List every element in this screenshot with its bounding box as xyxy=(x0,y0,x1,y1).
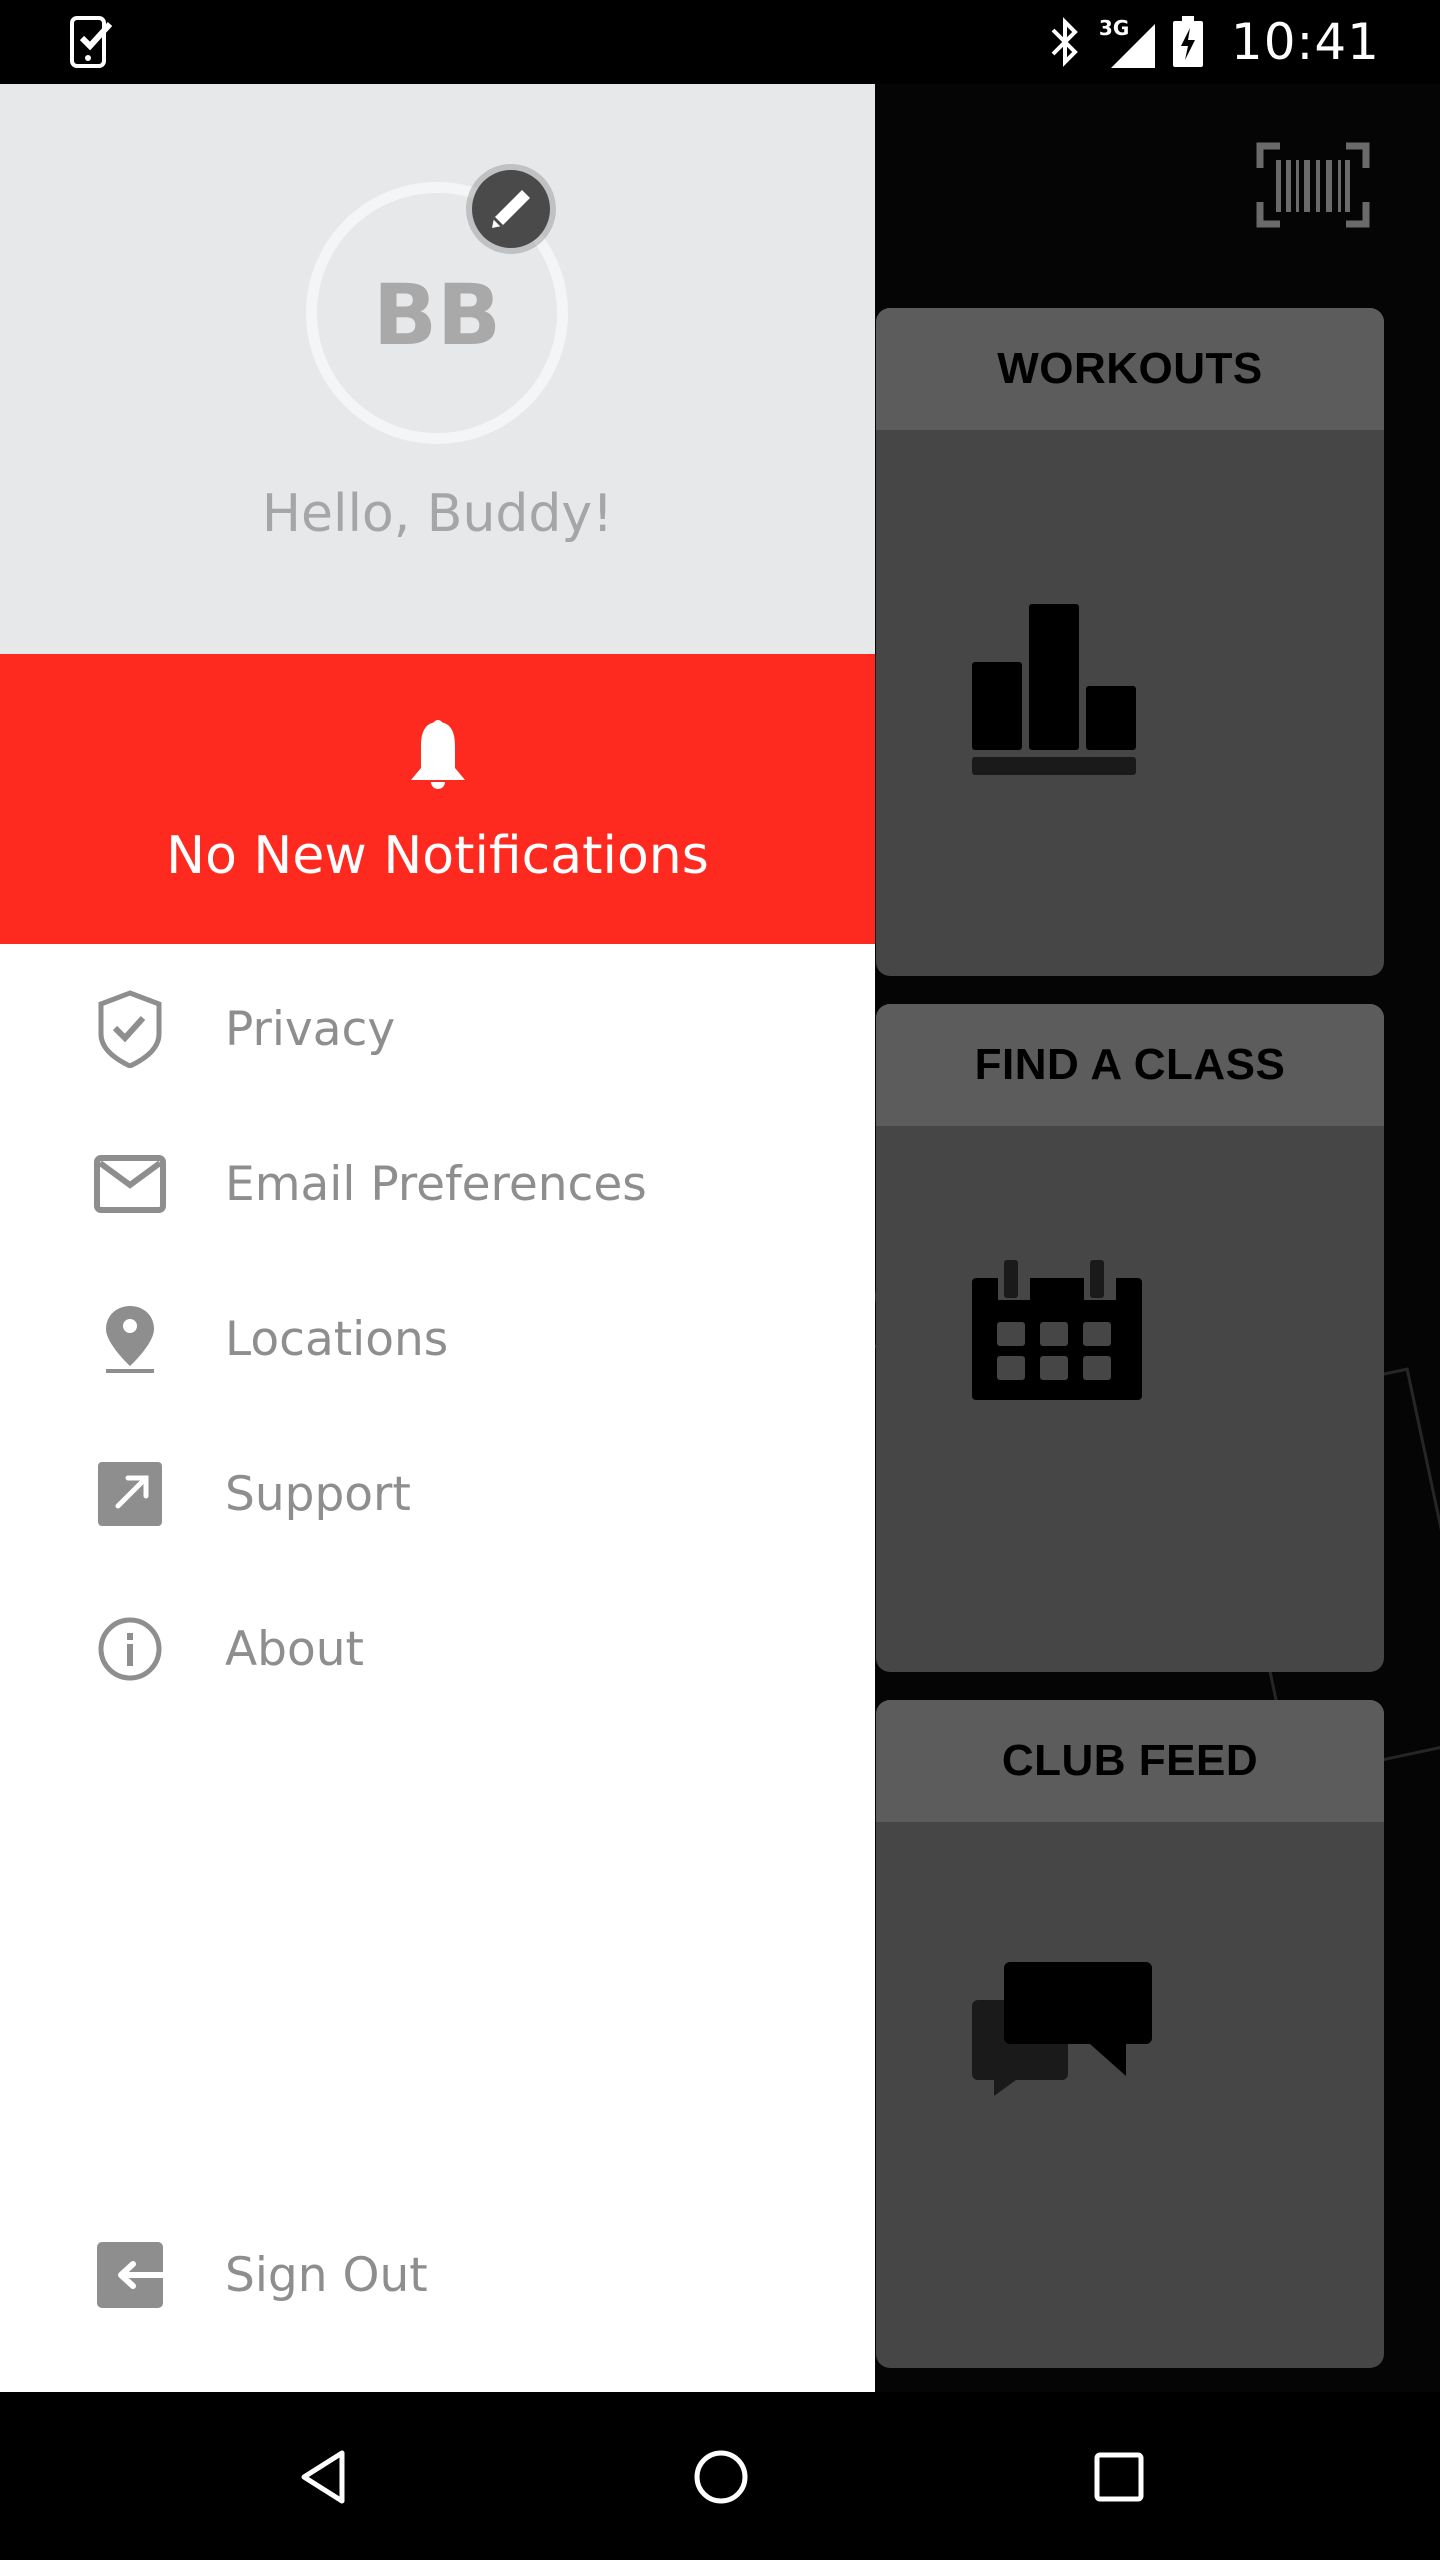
info-icon xyxy=(90,1609,170,1689)
clock: 10:41 xyxy=(1230,13,1380,71)
bar-chart-icon xyxy=(972,604,1136,775)
calendar-icon xyxy=(972,1260,1142,1400)
menu-item-about[interactable]: About xyxy=(0,1574,875,1724)
recents-square-icon xyxy=(1094,2452,1144,2502)
bluetooth-icon xyxy=(1051,17,1078,67)
menu-label: Sign Out xyxy=(225,2247,428,2303)
home-circle-icon xyxy=(694,2450,748,2504)
menu-label: Privacy xyxy=(225,1001,396,1057)
tile-find-a-class[interactable]: FIND A CLASS xyxy=(876,1004,1384,1672)
back-triangle-icon xyxy=(301,2450,345,2504)
back-button[interactable] xyxy=(278,2432,368,2522)
notifications-banner[interactable]: No New Notifications xyxy=(0,654,875,944)
external-link-icon xyxy=(90,1454,170,1534)
tile-header: FIND A CLASS xyxy=(876,1004,1384,1126)
notifications-text: No New Notifications xyxy=(166,826,709,886)
recents-button[interactable] xyxy=(1074,2432,1164,2522)
system-navigation-bar xyxy=(0,2392,1440,2560)
greeting-text: Hello, Buddy! xyxy=(261,484,614,544)
status-bar: 3G 10:41 xyxy=(0,0,1440,84)
task-check-phone-icon xyxy=(70,16,113,68)
navigation-drawer: BB Hello, Buddy! No New Notifications Pr… xyxy=(0,84,875,2392)
menu-item-support[interactable]: Support xyxy=(0,1419,875,1569)
tile-body xyxy=(876,1126,1384,1672)
shield-check-icon xyxy=(90,989,170,1069)
chat-bubbles-icon xyxy=(972,1962,1152,2096)
tile-title: CLUB FEED xyxy=(1001,1736,1259,1785)
tile-title: FIND A CLASS xyxy=(974,1040,1286,1089)
sign-out-button[interactable]: Sign Out xyxy=(0,2200,875,2350)
menu-item-locations[interactable]: Locations xyxy=(0,1264,875,1414)
envelope-icon xyxy=(90,1144,170,1224)
drawer-header: BB Hello, Buddy! xyxy=(0,84,875,654)
location-pin-icon xyxy=(90,1299,170,1379)
menu-label: Email Preferences xyxy=(225,1156,647,1212)
sign-out-icon xyxy=(90,2235,170,2315)
barcode-scan-icon[interactable] xyxy=(1256,142,1370,228)
tile-workouts[interactable]: WORKOUTS xyxy=(876,308,1384,976)
tile-header: WORKOUTS xyxy=(876,308,1384,430)
battery-charging-icon xyxy=(1172,16,1203,67)
avatar-initials: BB xyxy=(372,266,502,364)
home-button[interactable] xyxy=(676,2432,766,2522)
tile-body xyxy=(876,430,1384,976)
tile-club-feed[interactable]: CLUB FEED xyxy=(876,1700,1384,2368)
tile-title: WORKOUTS xyxy=(997,344,1263,393)
menu-item-email-preferences[interactable]: Email Preferences xyxy=(0,1109,875,1259)
menu-label: Locations xyxy=(225,1311,449,1367)
menu-item-privacy[interactable]: Privacy xyxy=(0,954,875,1104)
menu-label: About xyxy=(225,1621,364,1677)
pencil-icon xyxy=(492,190,530,228)
tile-header: CLUB FEED xyxy=(876,1700,1384,1822)
menu-label: Support xyxy=(225,1466,411,1522)
tile-body xyxy=(876,1822,1384,2368)
edit-profile-button[interactable] xyxy=(472,170,550,248)
signal-3g-icon: 3G xyxy=(1099,16,1155,68)
bell-icon xyxy=(411,720,465,789)
